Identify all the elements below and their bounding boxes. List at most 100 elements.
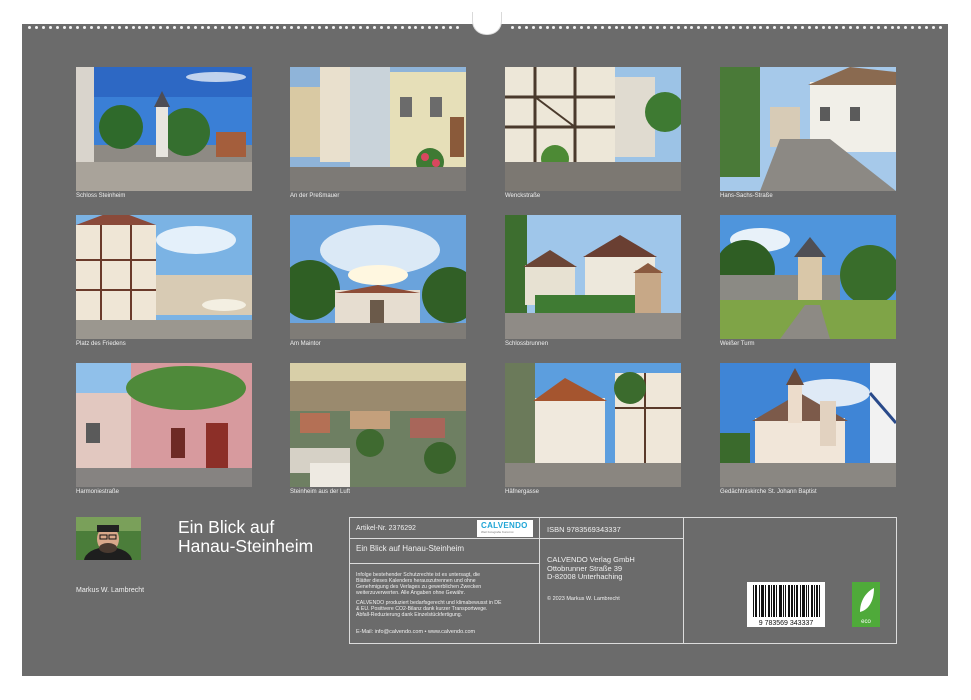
binding-ring xyxy=(925,26,928,29)
binding-ring xyxy=(552,26,556,29)
barcode-bar xyxy=(800,585,801,617)
binding-ring xyxy=(428,26,432,29)
photo-gedaechtniskirche xyxy=(720,363,896,487)
binding-ring xyxy=(110,26,114,29)
binding-ring xyxy=(759,26,763,29)
binding-ring xyxy=(48,26,52,29)
binding-ring xyxy=(407,26,411,29)
isbn: ISBN 9783569343337 xyxy=(547,525,621,534)
isbn-barcode: 9 783569 343337 xyxy=(747,582,825,627)
binding-ring xyxy=(566,26,570,29)
barcode-bar xyxy=(797,585,798,617)
author-portrait xyxy=(76,517,141,560)
binding-ring xyxy=(269,26,273,29)
binding-ring xyxy=(324,26,328,29)
binding-ring xyxy=(207,26,211,29)
binding-ring xyxy=(145,26,149,29)
binding-ring xyxy=(297,26,301,29)
binding-ring xyxy=(83,26,87,29)
photo-schlossbrunnen xyxy=(505,215,681,339)
photo-hans-sachs-strasse xyxy=(720,67,896,191)
barcode-number: 9 783569 343337 xyxy=(759,620,814,627)
binding-ring xyxy=(883,26,887,29)
divider xyxy=(350,538,539,539)
photo-caption: Harmoniestraße xyxy=(76,489,120,495)
binding-ring xyxy=(290,26,294,29)
binding-ring xyxy=(442,26,445,29)
binding-ring xyxy=(200,26,204,29)
photo-caption: Weißer Turm xyxy=(720,341,755,347)
binding-ring xyxy=(531,26,535,29)
photo-am-maintor xyxy=(290,215,466,339)
binding-ring xyxy=(711,26,715,29)
binding-ring xyxy=(545,26,549,29)
binding-ring xyxy=(152,26,156,29)
barcode-bar xyxy=(753,585,754,617)
binding-ring xyxy=(938,26,942,29)
binding-ring xyxy=(414,26,418,29)
barcode-bar xyxy=(819,585,820,617)
binding-ring xyxy=(435,26,439,29)
binding-ring xyxy=(124,26,128,29)
barcode-bar xyxy=(814,585,815,617)
photo-wenckstrasse xyxy=(505,67,681,191)
binding-ring xyxy=(573,26,577,29)
binding-ring xyxy=(28,26,31,29)
product-title: Ein Blick auf Hanau-Steinheim xyxy=(356,544,465,553)
photo-caption: Gedächtniskirche St. Johann Baptist xyxy=(720,489,817,495)
binding-ring xyxy=(345,26,349,29)
barcode-bar xyxy=(796,585,797,617)
binding-ring xyxy=(842,26,846,29)
binding-ring xyxy=(600,26,604,29)
photo-an-der-pressmauer xyxy=(290,67,466,191)
author-name: Markus W. Lambrecht xyxy=(76,587,145,594)
binding-ring xyxy=(41,26,45,29)
binding-ring xyxy=(235,26,238,29)
binding-ring xyxy=(766,26,770,29)
binding-ring xyxy=(793,26,797,29)
leaf-icon xyxy=(860,588,874,612)
calvendo-logo: CALVENDO Weil Fotografie Kunst ist xyxy=(477,520,533,537)
barcode-bar xyxy=(781,585,782,617)
binding-ring xyxy=(76,26,80,29)
binding-ring xyxy=(607,26,611,29)
barcode-bar xyxy=(773,585,774,617)
barcode-bar xyxy=(759,585,760,617)
binding-ring xyxy=(621,26,625,29)
binding-ring xyxy=(255,26,259,29)
barcode-bar xyxy=(804,585,805,617)
photo-caption: Schloss Steinheim xyxy=(76,193,126,199)
production-notice: CALVENDO produziert bedarfsgerecht und k… xyxy=(356,600,502,618)
binding-ring xyxy=(359,26,363,29)
binding-ring xyxy=(34,26,38,29)
barcode-bar xyxy=(785,585,786,617)
binding-ring xyxy=(676,26,680,29)
calvendo-logo-subtext: Weil Fotografie Kunst ist xyxy=(481,530,514,534)
binding-ring xyxy=(366,26,370,29)
barcode-bar xyxy=(811,585,812,617)
binding-ring xyxy=(338,26,342,29)
binding-ring xyxy=(310,26,314,29)
photo-caption: Steinheim aus der Luft xyxy=(290,489,351,495)
eco-label: eco xyxy=(852,582,880,627)
photo-caption: Platz des Friedens xyxy=(76,341,126,347)
photo-caption: Wenckstraße xyxy=(505,193,541,199)
legal-line: weiterzuverwerten. Alle Angaben ohne Gew… xyxy=(356,590,466,596)
binding-ring xyxy=(352,26,356,29)
binding-ring xyxy=(897,26,901,29)
binding-ring xyxy=(649,26,652,29)
legal-line: Abfall-Reduzierung dank Einzelstückferti… xyxy=(356,612,463,618)
barcode-bar xyxy=(806,585,807,617)
binding-ring xyxy=(669,26,673,29)
barcode-bar xyxy=(769,585,770,617)
binding-ring xyxy=(262,26,266,29)
binding-ring xyxy=(455,26,459,29)
publisher-city: D-82008 Unterhaching xyxy=(547,572,623,581)
barcode-bar xyxy=(812,585,813,617)
barcode-bar xyxy=(774,585,775,617)
article-number: Artikel-Nr. 2376292 xyxy=(356,525,416,532)
barcode-bar xyxy=(756,585,757,617)
barcode-bar xyxy=(762,585,763,617)
binding-ring xyxy=(904,26,908,29)
binding-ring xyxy=(172,26,176,29)
